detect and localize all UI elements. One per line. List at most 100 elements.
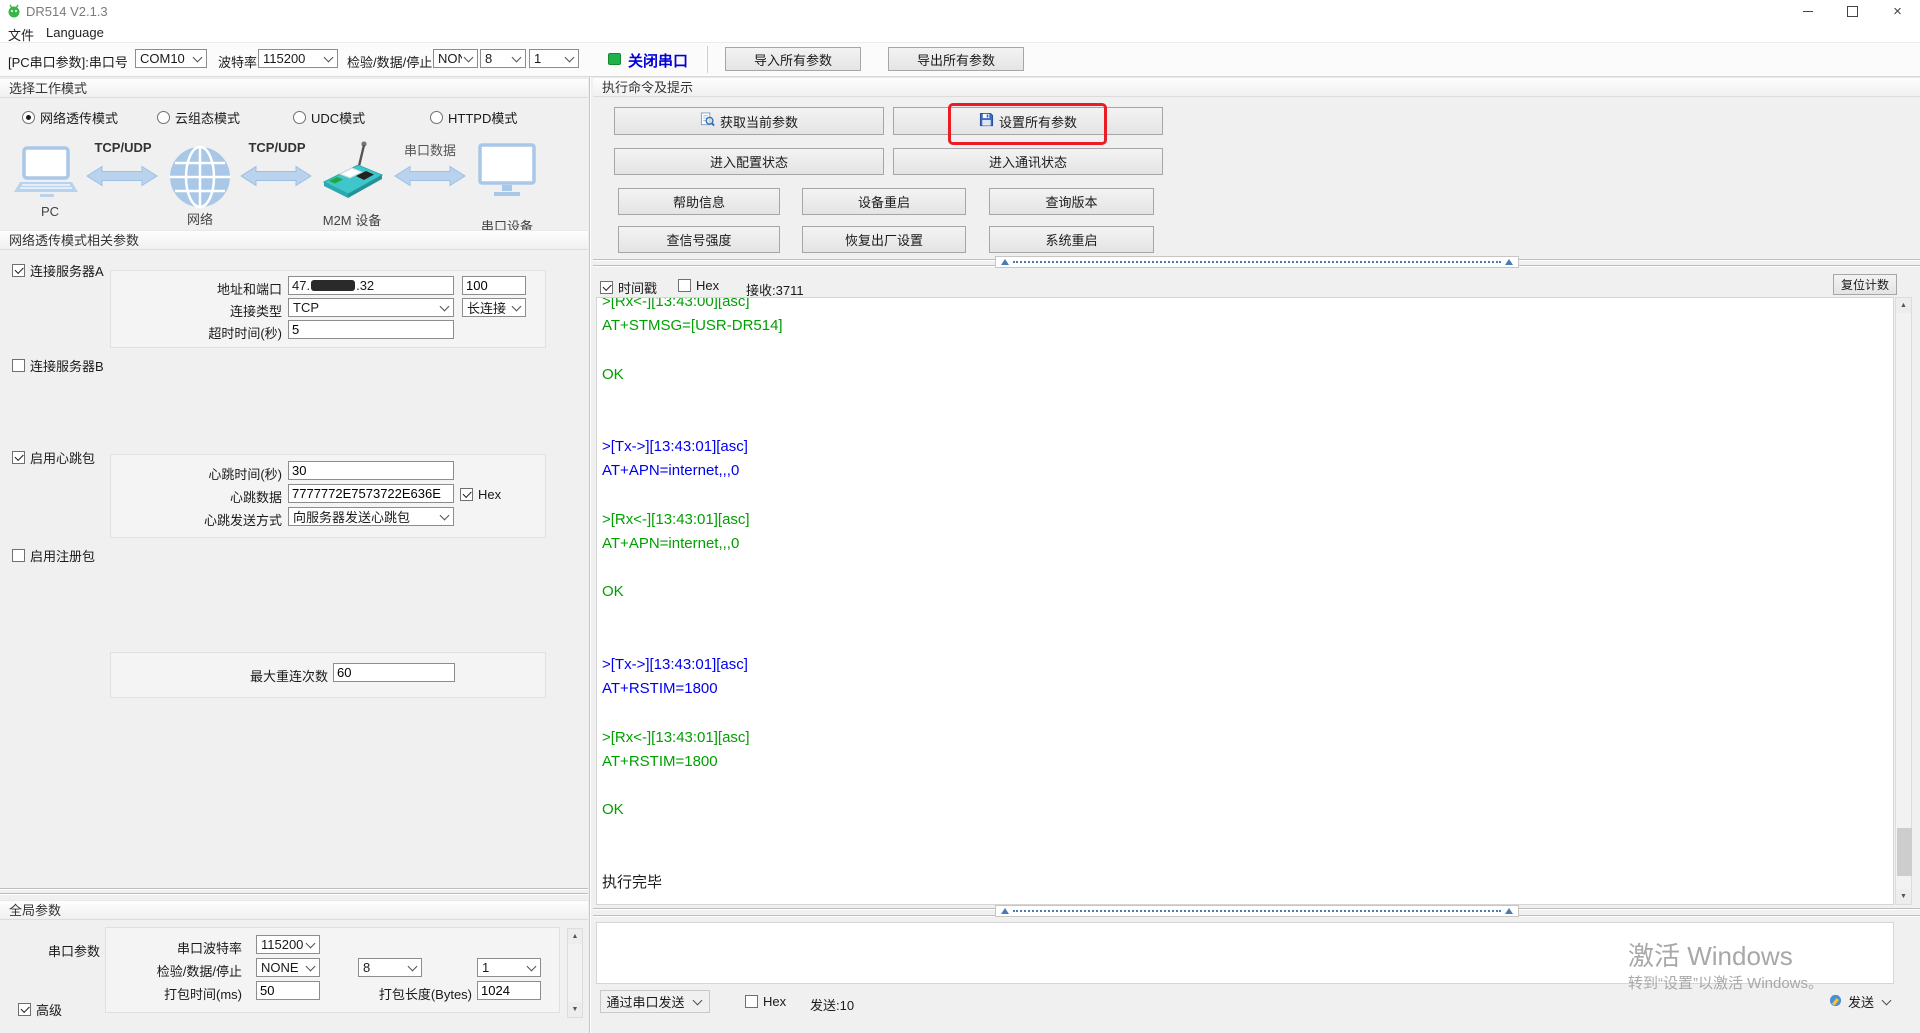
panel-divider[interactable] <box>589 77 591 1033</box>
send-icon <box>1829 994 1842 1010</box>
import-all-params-button[interactable]: 导入所有参数 <box>725 47 861 71</box>
net-params-header: 网络透传模式相关参数 <box>0 230 588 250</box>
heartbeat-time-input[interactable] <box>288 461 454 480</box>
server-a-port-input[interactable] <box>462 276 526 295</box>
query-version-button[interactable]: 查询版本 <box>989 188 1154 215</box>
stopbits-select[interactable]: 1 <box>529 49 579 68</box>
checkbox-advanced[interactable]: 高级 <box>18 1000 62 1019</box>
sent-count: 发送:10 <box>810 995 854 1014</box>
minimize-button[interactable] <box>1785 0 1830 22</box>
commands-header: 执行命令及提示 <box>593 77 1920 97</box>
log-line: OK <box>602 363 783 387</box>
heartbeat-mode-select[interactable]: 向服务器发送心跳包 <box>288 507 454 526</box>
send-button[interactable]: 发送 <box>1826 990 1896 1013</box>
device-restart-button[interactable]: 设备重启 <box>802 188 966 215</box>
enter-config-state-button[interactable]: 进入配置状态 <box>614 148 884 175</box>
link-label-tcp-udp-1: TCP/UDP <box>92 140 154 155</box>
log-line: AT+APN=internet,,,0 <box>602 532 783 556</box>
radio-icon <box>22 111 35 124</box>
parity-select[interactable]: NONI <box>433 49 478 68</box>
windows-activation-watermark-sub: 转到“设置”以激活 Windows。 <box>1628 972 1823 993</box>
splitter-handle[interactable] <box>995 905 1519 917</box>
radio-httpd-mode[interactable]: HTTPD模式 <box>430 108 517 127</box>
set-all-params-button[interactable]: 设置所有参数 <box>893 107 1163 135</box>
checkbox-send-hex[interactable]: Hex <box>745 994 786 1009</box>
com-port-select[interactable]: COM10 <box>135 49 207 68</box>
left-panel-scrollbar[interactable]: ▲ ▼ <box>567 928 583 1018</box>
splitter-handle[interactable] <box>995 256 1519 268</box>
heartbeat-time-label: 心跳时间(秒) <box>157 464 282 483</box>
chevron-down-icon <box>464 53 474 63</box>
m2m-device-icon <box>316 140 388 207</box>
radio-icon <box>157 111 170 124</box>
left-splitter[interactable] <box>0 893 588 895</box>
global-databits-select[interactable]: 8 <box>358 958 422 977</box>
checkbox-server-b[interactable]: 连接服务器B <box>12 356 104 375</box>
scroll-up-icon[interactable]: ▲ <box>1896 298 1911 313</box>
scroll-down-icon[interactable]: ▼ <box>568 1002 582 1017</box>
pc-laptop-icon <box>14 146 80 203</box>
radio-cloud-mode[interactable]: 云组态模式 <box>157 108 240 127</box>
splitter-dots <box>1013 261 1501 263</box>
max-reconnect-label: 最大重连次数 <box>168 666 328 685</box>
checkbox-log-hex[interactable]: Hex <box>678 278 719 293</box>
log-line: >[Rx<-][13:43:00][asc] <box>602 297 783 314</box>
checkbox-timestamp[interactable]: 时间戳 <box>600 278 657 297</box>
pack-len-input[interactable] <box>477 981 541 1000</box>
checkbox-icon <box>12 359 25 372</box>
checkbox-heartbeat-hex[interactable]: Hex <box>460 487 501 502</box>
enter-comm-state-button[interactable]: 进入通讯状态 <box>893 148 1163 175</box>
log-line <box>602 556 783 580</box>
conn-mode-select[interactable]: 长连接 <box>462 298 526 317</box>
global-baud-select[interactable]: 115200 <box>256 935 320 954</box>
serial-device-monitor-icon <box>477 143 537 204</box>
scrollbar-thumb[interactable] <box>1897 828 1912 876</box>
chevron-down-icon <box>512 53 522 63</box>
conn-type-select[interactable]: TCP <box>288 298 454 317</box>
global-line-label: 检验/数据/停止 <box>132 961 242 980</box>
scroll-down-icon[interactable]: ▼ <box>1896 889 1911 904</box>
checkbox-server-a[interactable]: 连接服务器A <box>12 261 104 280</box>
checkbox-icon <box>18 1003 31 1016</box>
redacted-ip-segment <box>311 280 355 291</box>
log-line <box>602 605 783 629</box>
baud-select[interactable]: 115200 <box>258 49 338 68</box>
global-params-header: 全局参数 <box>0 900 588 920</box>
global-parity-select[interactable]: NONE <box>256 958 320 977</box>
close-port-button[interactable]: 关闭串口 <box>628 50 688 71</box>
reset-count-button[interactable]: 复位计数 <box>1833 274 1897 295</box>
export-all-params-button[interactable]: 导出所有参数 <box>888 47 1024 71</box>
chevron-down-icon <box>440 511 450 521</box>
databits-select[interactable]: 8 <box>480 49 526 68</box>
query-signal-button[interactable]: 查信号强度 <box>618 226 780 253</box>
menu-file[interactable]: 文件 <box>8 25 34 44</box>
timeout-input[interactable] <box>288 320 454 339</box>
maximize-button[interactable] <box>1830 0 1875 22</box>
checkbox-icon <box>600 281 613 294</box>
global-stopbits-select[interactable]: 1 <box>477 958 541 977</box>
left-splitter[interactable] <box>0 888 588 890</box>
serial-params-label: 串口参数 <box>48 941 100 960</box>
help-info-button[interactable]: 帮助信息 <box>618 188 780 215</box>
log-line: 执行完毕 <box>602 871 783 895</box>
minimize-icon <box>1803 11 1813 12</box>
menu-language[interactable]: Language <box>46 25 104 40</box>
server-a-address-input[interactable]: 47..32 <box>288 276 454 295</box>
send-via-serial-dropdown[interactable]: 通过串口发送 <box>600 990 710 1013</box>
scroll-up-icon[interactable]: ▲ <box>568 929 582 944</box>
get-current-params-button[interactable]: 获取当前参数 <box>614 107 884 135</box>
max-reconnect-input[interactable] <box>333 663 455 682</box>
close-button[interactable]: × <box>1875 0 1920 22</box>
factory-reset-button[interactable]: 恢复出厂设置 <box>802 226 966 253</box>
heartbeat-data-input[interactable] <box>288 484 454 503</box>
radio-net-transparent-mode[interactable]: 网络透传模式 <box>22 108 118 127</box>
log-output-area[interactable]: >[Rx<-][13:43:00][asc]AT+STMSG=[USR-DR51… <box>596 297 1894 905</box>
pack-time-input[interactable] <box>256 981 320 1000</box>
log-scrollbar[interactable]: ▲ ▼ <box>1895 297 1912 905</box>
checkbox-heartbeat[interactable]: 启用心跳包 <box>12 448 95 467</box>
radio-udc-mode[interactable]: UDC模式 <box>293 108 365 127</box>
checkbox-register-packet[interactable]: 启用注册包 <box>12 546 95 565</box>
heartbeat-data-label: 心跳数据 <box>157 487 282 506</box>
system-restart-button[interactable]: 系统重启 <box>989 226 1154 253</box>
log-lines: >[Rx<-][13:43:00][asc]AT+STMSG=[USR-DR51… <box>602 297 783 895</box>
